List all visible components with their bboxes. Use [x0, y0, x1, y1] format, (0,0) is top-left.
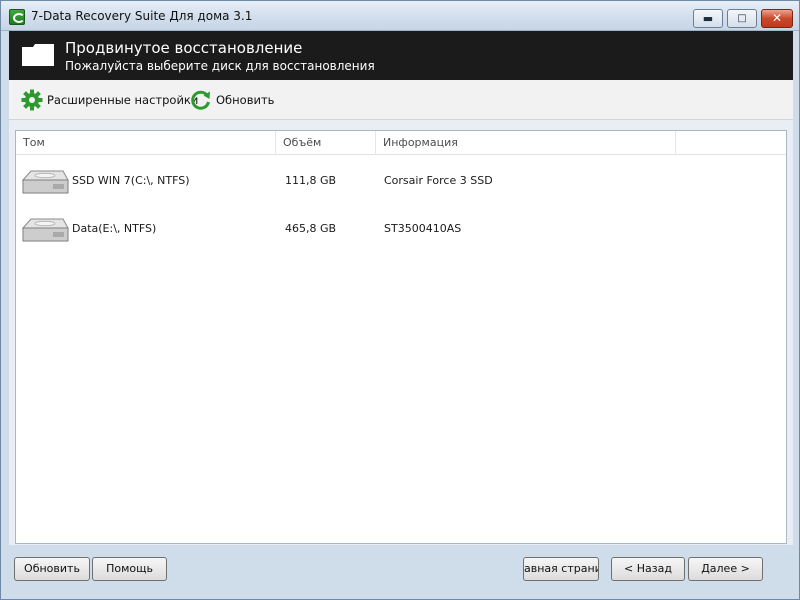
column-header-info[interactable]: Информация — [376, 131, 676, 155]
gear-icon — [21, 89, 43, 111]
close-button[interactable]: ✕ — [761, 9, 793, 28]
cell-size: 465,8 GB — [285, 222, 337, 235]
hard-drive-icon — [21, 170, 69, 194]
maximize-button[interactable]: □ — [727, 9, 757, 28]
refresh-icon — [191, 90, 210, 110]
refresh-button[interactable]: Обновить — [14, 557, 90, 581]
refresh-toolbar-label: Обновить — [216, 93, 275, 107]
table-row[interactable]: Data(E:\, NTFS) 465,8 GB ST3500410AS — [16, 209, 786, 249]
refresh-toolbar-button[interactable]: Обновить — [190, 89, 274, 111]
cell-info: ST3500410AS — [384, 222, 462, 235]
page-title: Продвинутое восстановление — [65, 39, 303, 57]
minimize-button[interactable]: ▬ — [693, 9, 723, 28]
folder-icon — [22, 44, 54, 66]
column-header-volume[interactable]: Том — [16, 131, 276, 155]
app-logo-icon — [9, 9, 25, 25]
cell-size: 111,8 GB — [285, 174, 337, 187]
advanced-settings-button[interactable]: Расширенные настройки — [21, 89, 198, 111]
list-header: Том Объём Информация — [16, 131, 786, 155]
disk-list[interactable]: Том Объём Информация SSD WIN 7(C:\, NTFS… — [15, 130, 787, 544]
window-title: 7-Data Recovery Suite Для дома 3.1 — [31, 9, 253, 23]
toolbar: Расширенные настройки Обновить — [9, 80, 793, 120]
next-button[interactable]: Далее > — [688, 557, 763, 581]
cell-volume: SSD WIN 7(C:\, NTFS) — [72, 174, 190, 187]
help-button[interactable]: Помощь — [92, 557, 167, 581]
cell-info: Corsair Force 3 SSD — [384, 174, 493, 187]
column-header-size[interactable]: Объём — [276, 131, 376, 155]
close-icon: ✕ — [771, 11, 783, 25]
page-subtitle: Пожалуйста выберите диск для восстановле… — [65, 59, 375, 73]
title-bar[interactable]: 7-Data Recovery Suite Для дома 3.1 ▬ □ ✕ — [1, 1, 799, 31]
maximize-icon: □ — [737, 13, 747, 24]
cell-volume: Data(E:\, NTFS) — [72, 222, 157, 235]
advanced-settings-label: Расширенные настройки — [47, 93, 199, 107]
home-button[interactable]: авная страни — [523, 557, 599, 581]
wizard-header: Продвинутое восстановление Пожалуйста вы… — [9, 31, 793, 80]
minimize-icon: ▬ — [702, 12, 714, 25]
back-button[interactable]: < Назад — [611, 557, 685, 581]
column-header-empty — [676, 131, 786, 155]
content-panel: Том Объём Информация SSD WIN 7(C:\, NTFS… — [9, 120, 793, 545]
hard-drive-icon — [21, 218, 69, 242]
table-row[interactable]: SSD WIN 7(C:\, NTFS) 111,8 GB Corsair Fo… — [16, 161, 786, 201]
app-window: 7-Data Recovery Suite Для дома 3.1 ▬ □ ✕… — [0, 0, 800, 600]
